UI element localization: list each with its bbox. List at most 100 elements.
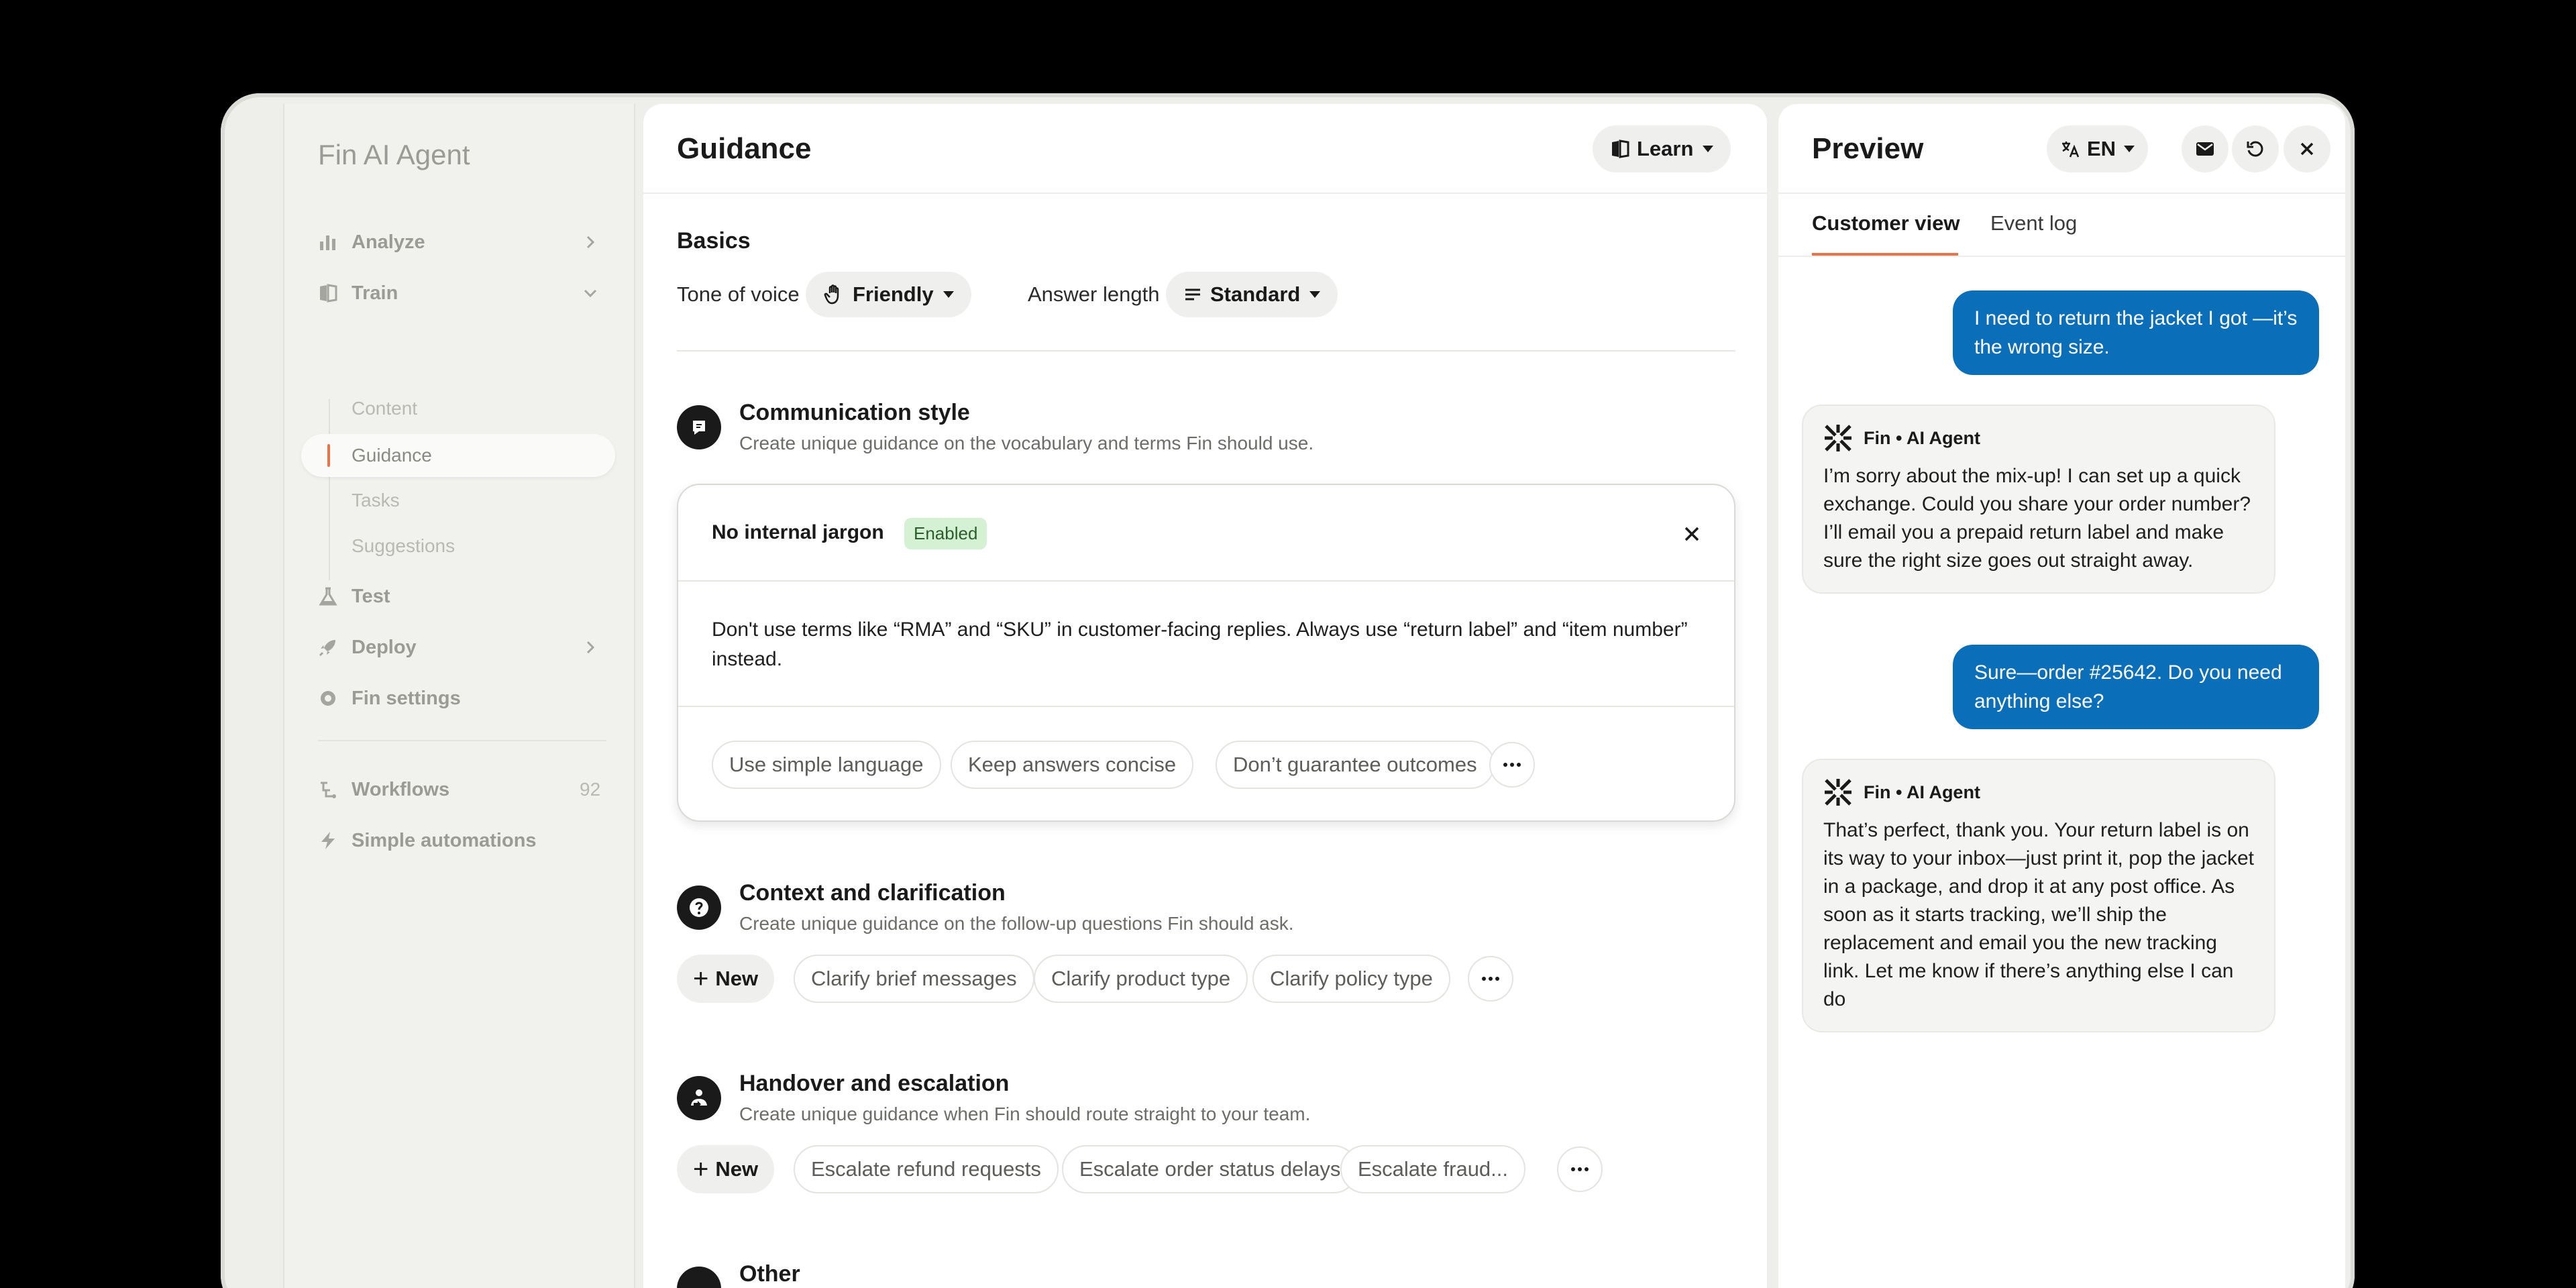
guidance-pill[interactable]: Don’t guarantee outcomes: [1216, 741, 1495, 789]
app-title: Fin AI Agent: [318, 139, 470, 170]
section-title-communication: Communication style: [739, 400, 970, 425]
email-icon[interactable]: [2182, 125, 2229, 172]
sidebar-item-label: Workflows: [352, 778, 450, 800]
workflows-count: 92: [580, 779, 601, 800]
sidebar-item-label: Analyze: [352, 231, 425, 253]
bot-sender: Fin • AI Agent: [1864, 427, 1980, 448]
bot-message: Fin • AI Agent I’m sorry about the mix-u…: [1802, 405, 2275, 594]
more-icon[interactable]: [1468, 956, 1513, 1002]
handover-icon: [677, 1076, 721, 1120]
card-body: Don't use terms like “RMA” and “SKU” in …: [712, 619, 1688, 670]
gear-icon: [321, 691, 335, 706]
guidance-card[interactable]: No internal jargon Enabled Don't use ter…: [677, 484, 1735, 822]
lightning-icon: [321, 832, 335, 849]
sidebar-item-label: Train: [352, 282, 398, 304]
rocket-icon: [319, 640, 335, 657]
tab-customer-view[interactable]: Customer view: [1812, 211, 1960, 235]
bot-sender: Fin • AI Agent: [1864, 782, 1980, 802]
section-desc-communication: Create unique guidance on the vocabulary…: [739, 433, 1314, 453]
plus-icon: +: [693, 1155, 709, 1184]
sidebar-item-analyze[interactable]: Analyze: [318, 225, 595, 260]
guidance-pill[interactable]: Escalate order status delays: [1062, 1145, 1358, 1193]
flask-icon: [319, 587, 337, 606]
translate-icon: [2062, 142, 2080, 158]
bar-chart-icon: [320, 235, 335, 250]
sidebar-item-fin-settings[interactable]: Fin settings: [318, 681, 461, 716]
sidebar: Fin AI Agent Analyze Train Content Guida…: [283, 104, 635, 1288]
caret-down-icon: [1703, 146, 1714, 152]
guidance-pill[interactable]: Use simple language: [712, 741, 941, 789]
book-icon: [320, 284, 337, 303]
sidebar-item-train[interactable]: Train: [318, 276, 597, 311]
sidebar-item-guidance[interactable]: Guidance: [352, 438, 432, 473]
active-item-indicator: [327, 444, 330, 467]
tone-select[interactable]: Friendly: [806, 272, 971, 317]
sidebar-item-workflows[interactable]: Workflows: [318, 772, 449, 807]
new-guidance-button[interactable]: + New: [677, 1145, 775, 1193]
card-divider: [678, 706, 1734, 707]
tab-event-log[interactable]: Event log: [1990, 211, 2077, 235]
new-label: New: [715, 967, 759, 990]
caret-down-icon: [1309, 291, 1321, 298]
sidebar-item-content[interactable]: Content: [352, 391, 417, 426]
fin-logo-icon: [1825, 425, 1851, 451]
sidebar-item-suggestions[interactable]: Suggestions: [352, 529, 455, 564]
caret-down-icon: [943, 291, 954, 298]
status-badge: Enabled: [904, 518, 987, 549]
chevron-right-icon: [586, 235, 595, 249]
guidance-pill[interactable]: Escalate refund requests: [794, 1145, 1059, 1193]
guidance-pill[interactable]: Clarify product type: [1034, 955, 1248, 1003]
guidance-pill[interactable]: Escalate fraud...: [1340, 1145, 1526, 1193]
bot-header: Fin • AI Agent: [1823, 777, 2254, 807]
new-label: New: [715, 1157, 759, 1181]
tone-value: Friendly: [853, 282, 934, 306]
sidebar-item-label: Fin settings: [352, 687, 461, 709]
section-title-context: Context and clarification: [739, 880, 1006, 906]
length-select[interactable]: Standard: [1166, 272, 1338, 317]
chat-icon: [677, 405, 721, 449]
guidance-pill[interactable]: Clarify policy type: [1252, 955, 1450, 1003]
sidebar-item-test[interactable]: Test: [318, 579, 390, 614]
learn-label: Learn: [1637, 137, 1694, 160]
caret-down-icon: [2124, 146, 2135, 152]
question-icon: [677, 885, 721, 930]
close-icon[interactable]: [2284, 125, 2330, 172]
preview-title: Preview: [1812, 132, 1924, 165]
fin-logo-icon: [1825, 779, 1851, 806]
card-title: No internal jargon: [712, 521, 884, 543]
active-item-highlight: [301, 434, 615, 477]
sidebar-item-label: Test: [352, 585, 390, 607]
sidebar-item-label: Simple automations: [352, 829, 537, 851]
preview-tabs: Customer view Event log: [1778, 194, 2345, 257]
section-title-handover: Handover and escalation: [739, 1071, 1010, 1096]
new-guidance-button[interactable]: + New: [677, 955, 775, 1003]
sidebar-item-label: Deploy: [352, 636, 417, 658]
chevron-down-icon: [584, 289, 597, 298]
sidebar-item-tasks[interactable]: Tasks: [352, 483, 400, 518]
guidance-pill[interactable]: Clarify brief messages: [794, 955, 1034, 1003]
section-desc-context: Create unique guidance on the follow-up …: [739, 913, 1294, 934]
more-icon[interactable]: [1557, 1146, 1603, 1192]
workflow-icon: [321, 782, 336, 798]
guidance-pill[interactable]: Keep answers concise: [951, 741, 1194, 789]
main-header: Guidance Learn: [643, 104, 1767, 194]
refresh-icon[interactable]: [2232, 125, 2279, 172]
hand-wave-icon: [824, 284, 839, 305]
learn-button[interactable]: Learn: [1593, 125, 1731, 172]
section-desc-handover: Create unique guidance when Fin should r…: [739, 1104, 1311, 1124]
lines-icon: [1185, 288, 1200, 301]
sidebar-item-simple-automations[interactable]: Simple automations: [318, 823, 537, 858]
close-icon[interactable]: [1682, 524, 1702, 544]
user-message: I need to return the jacket I got —it’s …: [1953, 290, 2319, 375]
language-select[interactable]: EN: [2047, 125, 2149, 172]
tab-active-indicator: [1812, 253, 1958, 256]
sidebar-item-deploy[interactable]: Deploy: [318, 630, 595, 665]
more-icon[interactable]: [1489, 742, 1535, 788]
card-divider: [678, 580, 1734, 582]
length-value: Standard: [1210, 282, 1301, 306]
basics-divider: [677, 350, 1735, 352]
other-icon: [677, 1267, 721, 1288]
bot-message-text: I’m sorry about the mix-up! I can set up…: [1823, 465, 2251, 572]
bot-message: Fin • AI Agent That’s perfect, thank you…: [1802, 759, 2275, 1032]
app-frame: Fin AI Agent Analyze Train Content Guida…: [221, 93, 2355, 1288]
